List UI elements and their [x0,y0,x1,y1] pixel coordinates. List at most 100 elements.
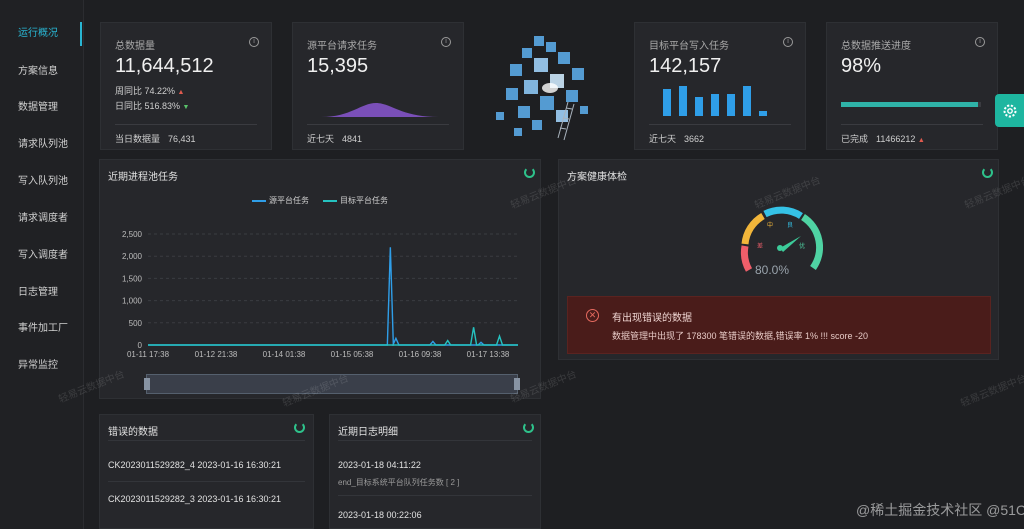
kpi-dod-label: 日同比 516.83% [115,101,181,111]
log-text-1: end_目标系统平台队列任务数 [ 2 ] [338,478,460,487]
error-message: 数据管理中出现了 178300 笔错误的数据,错误率 1% !!! score … [612,331,869,341]
sidebar-item-write-queue[interactable]: 写入队列池 [0,170,84,194]
error-row-1[interactable]: CK2023011529282_4 2023-01-16 16:30:21 [108,460,281,470]
kpi-dod: 日同比 516.83% ▼ [115,99,189,112]
y-tick-label: 2,000 [122,252,143,261]
kpi-source-foot: 近七天 4841 [307,132,362,145]
kpi-wow-label: 周同比 74.22% [115,86,176,96]
kpi-target-title: 目标平台写入任务 [649,41,729,52]
progress-track [841,102,981,107]
divider [841,124,983,125]
kpi-total-card: 总数据量 i 11,644,512 周同比 74.22% ▲ 日同比 516.8… [100,22,272,150]
divider [108,440,305,441]
zoom-slider[interactable] [144,374,520,394]
sidebar-item-scheme-info[interactable]: 方案信息 [0,60,84,84]
health-panel-title: 方案健康体检 [567,172,627,183]
target-bar [679,86,687,116]
sidebar-item-data-management[interactable]: 数据管理 [0,96,84,120]
kpi-source-foot-value: 4841 [342,134,363,144]
divider [115,124,257,125]
sidebar-item-exception-monitor[interactable]: 异常监控 [0,354,84,378]
gauge-label-mid: 中 [767,221,773,229]
errors-panel-title: 错误的数据 [108,427,158,438]
target-bar [759,111,767,116]
error-title: 有出现错误的数据 [612,313,692,324]
error-data-panel: 错误的数据 CK2023011529282_4 2023-01-16 16:30… [99,414,314,529]
target-bar [695,97,703,116]
chart-panel-title: 近期进程池任务 [108,172,178,183]
legend-target-label: 目标平台任务 [340,196,388,205]
divider [649,124,791,125]
x-tick-label: 01-11 17:38 [127,350,170,358]
kpi-progress-card: 总数据推送进度 i 98% 已完成 11466212 ▲ [826,22,998,150]
y-tick-label: 1,500 [122,274,143,283]
target-bar [711,94,719,116]
x-tick-label: 01-12 21:38 [195,350,238,358]
error-row-2[interactable]: CK2023011529282_3 2023-01-16 16:30:21 [108,494,281,504]
recent-logs-panel: 近期日志明细 2023-01-18 04:11:22 end_目标系统平台队列任… [329,414,541,529]
kpi-source-title: 源平台请求任务 [307,41,377,52]
data-cubes-illustration [496,36,588,141]
up-arrow-icon: ▲ [917,137,925,144]
kpi-total-value: 11,644,512 [115,55,214,77]
refresh-icon[interactable] [294,422,305,433]
kpi-progress-value: 98% [841,55,882,77]
process-pool-chart-panel: 近期进程池任务 源平台任务 目标平台任务 2,500 2,000 1,500 1,00… [99,159,541,399]
refresh-icon[interactable] [982,167,993,178]
info-icon[interactable]: i [783,37,793,47]
kpi-progress-foot: 已完成 11466212 ▲ [841,132,925,145]
log-time-2: 2023-01-18 00:22:06 [338,510,422,520]
refresh-icon[interactable] [523,422,534,433]
kpi-total-title: 总数据量 [115,41,155,52]
kpi-source-foot-label: 近七天 [307,134,335,144]
legend-source-label: 源平台任务 [269,196,309,205]
sidebar-item-request-queue[interactable]: 请求队列池 [0,133,84,157]
divider [338,440,532,441]
target-bar [743,86,751,116]
error-alert: ✕ 有出现错误的数据 数据管理中出现了 178300 笔错误的数据,错误率 1%… [567,296,991,354]
chart-legend: 源平台任务 目标平台任务 [252,195,388,206]
watermark: 轻易云数据中台 [959,373,1024,410]
logs-panel-title: 近期日志明细 [338,427,398,438]
settings-button[interactable] [995,94,1024,127]
sidebar-item-request-scheduler[interactable]: 请求调度者 [0,207,84,231]
sidebar-item-event-factory[interactable]: 事件加工厂 [0,317,84,341]
kpi-target-value: 142,157 [649,55,722,77]
kpi-total-foot-label: 当日数据量 [115,134,161,144]
kpi-total-foot: 当日数据量 76,431 [115,132,196,145]
zoom-handle-right[interactable] [514,378,520,390]
progress-fill [841,102,979,107]
x-tick-label: 01-16 09:38 [399,350,442,358]
health-check-panel: 方案健康体检 差 中 良 优 80.0% ✕ 有出现错误的数据 数据管理中出现了… [558,159,999,360]
up-arrow-icon: ▲ [177,89,185,96]
zoom-handle-left[interactable] [144,378,150,390]
legend-target[interactable]: 目标平台任务 [323,195,388,206]
sidebar: 运行概况 方案信息 数据管理 请求队列池 写入队列池 请求调度者 写入调度者 日… [0,0,84,529]
y-tick-label: 2,500 [122,230,143,239]
sidebar-item-write-scheduler[interactable]: 写入调度者 [0,244,84,268]
y-tick-label: 500 [129,319,143,328]
sidebar-item-log-management[interactable]: 日志管理 [0,281,84,305]
y-tick-label: 1,000 [122,297,143,306]
info-icon[interactable]: i [441,37,451,47]
info-icon[interactable]: i [975,37,985,47]
kpi-target-foot: 近七天 3662 [649,132,704,145]
kpi-total-foot-value: 76,431 [168,134,196,144]
x-tick-label: 01-14 01:38 [263,350,306,358]
gauge-label-excellent: 优 [799,242,805,250]
x-tick-label: 01-17 13:38 [467,350,510,358]
legend-source[interactable]: 源平台任务 [252,195,309,206]
target-bar-sparkline [663,86,767,116]
down-arrow-icon: ▼ [182,104,190,111]
divider [338,495,532,496]
info-icon[interactable]: i [249,37,259,47]
gauge-label-good: 良 [787,221,793,229]
kpi-target-card: 目标平台写入任务 i 142,157 近七天 3662 [634,22,806,150]
series-line-1 [148,327,518,346]
log-time-1: 2023-01-18 04:11:22 [338,460,421,470]
refresh-icon[interactable] [524,167,535,178]
line-chart: 2,500 2,000 1,500 1,000 500 001-11 17:38 01-12… [122,230,518,358]
divider [108,481,305,482]
source-brand-watermark: @稀土掘金技术社区 @51CTO博客 [856,502,1024,518]
sidebar-item-overview[interactable]: 运行概况 [0,22,84,46]
